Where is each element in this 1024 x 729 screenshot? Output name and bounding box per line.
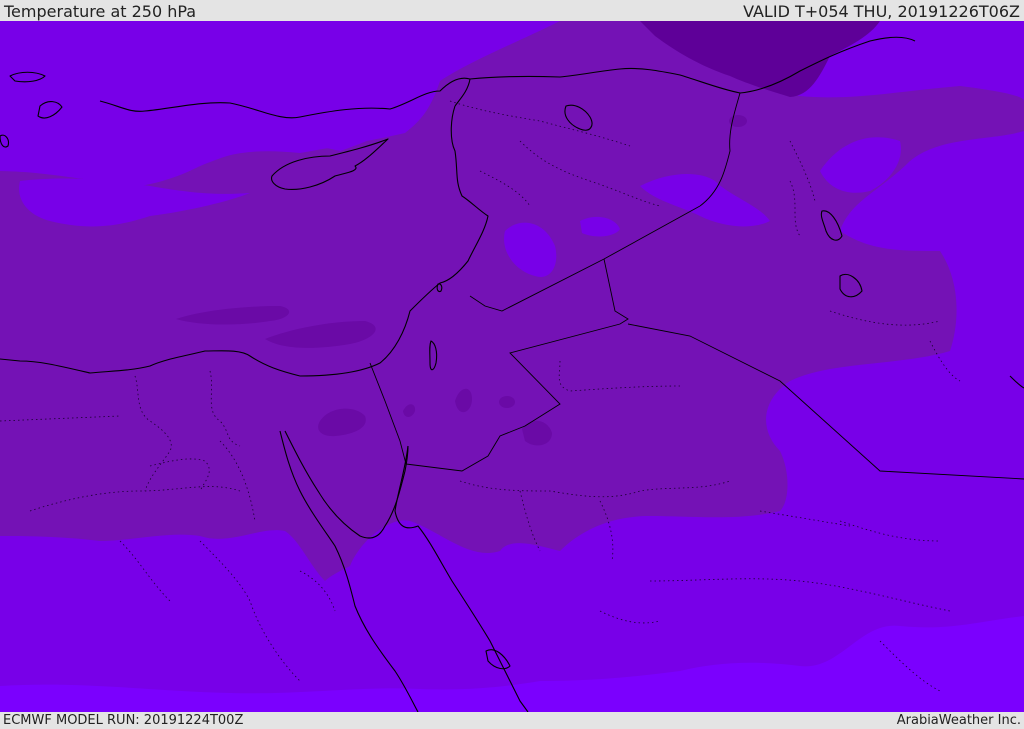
map-title: Temperature at 250 hPa	[4, 2, 197, 21]
temperature-map[interactable]	[0, 21, 1024, 712]
header-bar: Temperature at 250 hPa VALID T+054 THU, …	[0, 0, 1024, 21]
footer-bar: ECMWF MODEL RUN: 20191224T00Z ArabiaWeat…	[0, 712, 1024, 729]
valid-time: VALID T+054 THU, 20191226T06Z	[743, 2, 1020, 21]
model-run: ECMWF MODEL RUN: 20191224T00Z	[3, 713, 244, 728]
credit: ArabiaWeather Inc.	[896, 713, 1021, 728]
field-cold-patch-7	[499, 396, 515, 408]
